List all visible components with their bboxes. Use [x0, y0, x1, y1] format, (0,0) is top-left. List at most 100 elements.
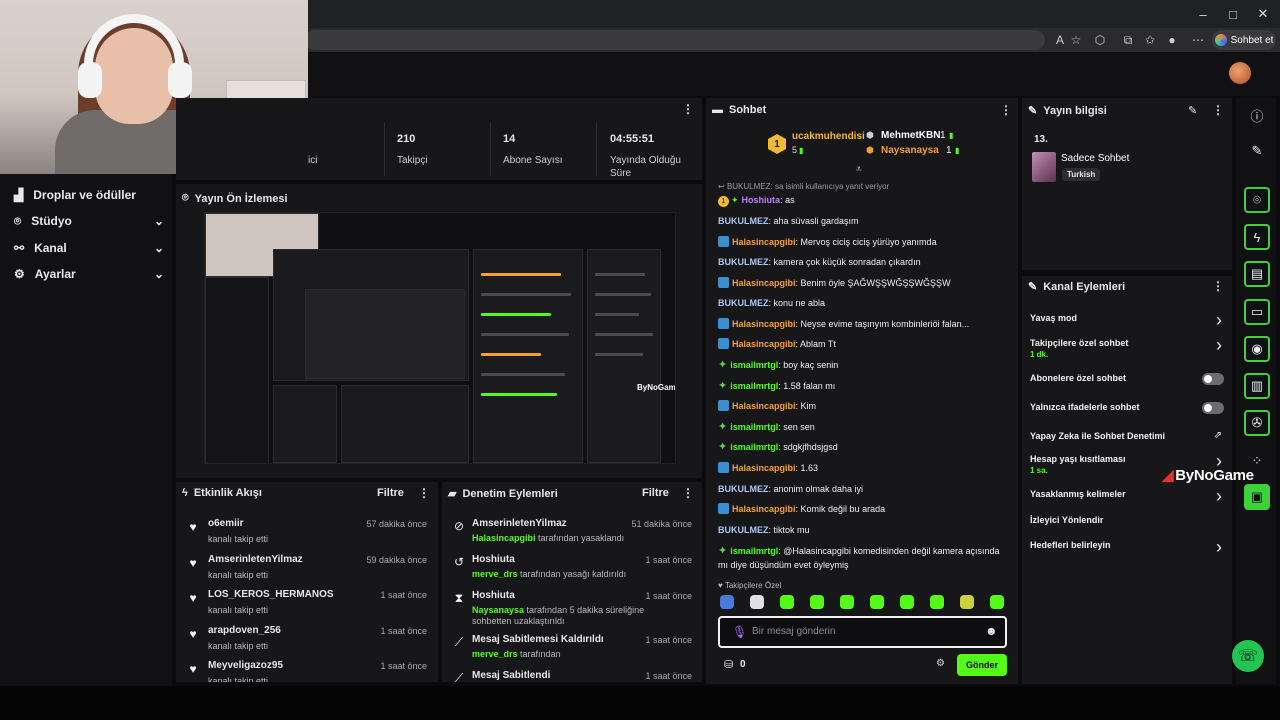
add-widget-icon[interactable]: ▣	[1244, 484, 1270, 510]
list-item[interactable]: ♥ arapdoven_256 kanalı takip etti 1 saat ön…	[176, 623, 438, 657]
close-button[interactable]: ✕	[1248, 4, 1278, 24]
wrench-icon[interactable]: ✇	[1244, 410, 1270, 436]
profile-icon[interactable]: ●	[1162, 31, 1182, 49]
list-item[interactable]: ⟋ Mesaj Sabitlemesi Kaldırıldı merve_drs t…	[442, 632, 702, 666]
event-user[interactable]: Meyveligazoz95	[208, 660, 283, 671]
mod-target[interactable]: Mesaj Sabitlemesi Kaldırıldı	[472, 634, 604, 645]
list-item[interactable]: ♥ AmserinletenYilmaz kanalı takip etti 59 d…	[176, 552, 438, 586]
emote-button[interactable]	[720, 595, 734, 609]
lightning-icon[interactable]: ϟ	[1244, 224, 1270, 250]
event-user[interactable]: AmserinletenYilmaz	[208, 554, 303, 565]
sidebar-item-studio[interactable]: ⌾ Stüdyo ⌄	[14, 209, 164, 233]
emote-button[interactable]	[960, 595, 974, 609]
top-gifter-name[interactable]: ucakmuhendisi	[792, 131, 865, 142]
document-icon[interactable]: ▤	[1244, 261, 1270, 287]
address-bar[interactable]	[305, 30, 1045, 50]
chat-username[interactable]: Halasincapgibi	[732, 319, 796, 329]
chat-username[interactable]: ismailmrtgl	[730, 422, 778, 432]
mod-target[interactable]: AmserinletenYilmaz	[472, 518, 567, 529]
send-button[interactable]: Gönder	[957, 654, 1007, 676]
category-thumbnail[interactable]	[1032, 152, 1056, 182]
chevron-right-icon[interactable]: ›	[1216, 537, 1222, 558]
split-screen-icon[interactable]: ⧉	[1118, 31, 1138, 49]
emote-button[interactable]	[810, 595, 824, 609]
edit-icon[interactable]: ✎	[1188, 104, 1197, 117]
toggle-switch[interactable]	[1202, 402, 1224, 414]
chat-username[interactable]: ismailmrtgl	[730, 381, 778, 391]
sidebar-item-settings[interactable]: ⚙ Ayarlar ⌄	[14, 262, 164, 286]
event-user[interactable]: LOS_KEROS_HERMANOS	[208, 589, 334, 600]
chat-input[interactable]: 🎙 Bir mesaj gönderin ☻	[718, 616, 1007, 648]
list-item[interactable]: ♥ LOS_KEROS_HERMANOS kanalı takip etti 1 sa…	[176, 587, 438, 621]
copilot-button[interactable]: Sohbet et	[1212, 30, 1276, 50]
chat-username[interactable]: BUKULMEZ	[718, 298, 769, 308]
gifter-name[interactable]: MehmetKBN	[881, 130, 940, 141]
external-link-icon[interactable]: ⇗	[1214, 430, 1222, 441]
chat-settings-icon[interactable]: ⚙	[936, 658, 945, 669]
more-icon[interactable]: ⋮	[682, 102, 694, 116]
chat-username[interactable]: BUKULMEZ	[718, 257, 769, 267]
channel-action-row[interactable]: Yapay Zeka ile Sohbet Denetimi	[1030, 431, 1226, 441]
chat-username[interactable]: BUKULMEZ	[718, 525, 769, 535]
emote-button[interactable]	[990, 595, 1004, 609]
list-item[interactable]: ⊘ AmserinletenYilmaz Halasincapgibi tarafı…	[442, 516, 702, 550]
channel-action-row[interactable]: Yalnızca ifadelerle sohbet	[1030, 402, 1226, 412]
mod-target[interactable]: Mesaj Sabitlendi	[472, 670, 550, 681]
maximize-button[interactable]: □	[1218, 4, 1248, 24]
emote-button[interactable]	[750, 595, 764, 609]
list-item[interactable]: ⟋ Mesaj Sabitlendi 1 saat önce	[442, 668, 702, 682]
channel-action-row[interactable]: Hedefleri belirleyin	[1030, 540, 1226, 550]
chat-username[interactable]: Halasincapgibi	[732, 504, 796, 514]
chat-username[interactable]: ismailmrtgl	[730, 442, 778, 452]
filter-button[interactable]: Filtre	[377, 487, 404, 499]
layout-icon[interactable]: ▥	[1244, 373, 1270, 399]
pencil-icon[interactable]: ✎	[1244, 138, 1270, 164]
emote-button[interactable]	[930, 595, 944, 609]
event-user[interactable]: o6emiir	[208, 518, 244, 529]
chevron-right-icon[interactable]: ›	[1216, 335, 1222, 356]
mod-actor[interactable]: merve_drs	[472, 649, 518, 659]
chat-username[interactable]: BUKULMEZ	[718, 216, 769, 226]
more-icon[interactable]: ⋯	[1188, 31, 1208, 49]
mod-actor[interactable]: Halasincapgibi	[472, 533, 536, 543]
extensions-icon[interactable]: ⬡	[1090, 31, 1110, 49]
chat-username[interactable]: Halasincapgibi	[732, 237, 796, 247]
chat-username[interactable]: Hoshiuta	[742, 195, 781, 205]
channel-action-row[interactable]: Takipçilere özel sohbet 1 dk.	[1030, 338, 1226, 359]
filter-button[interactable]: Filtre	[642, 487, 669, 499]
chevron-right-icon[interactable]: ›	[1216, 310, 1222, 331]
emote-button[interactable]	[840, 595, 854, 609]
info-icon[interactable]: ⓘ	[1244, 102, 1270, 128]
list-item[interactable]: ↺ Hoshiuta merve_drs tarafından yasağı kal…	[442, 552, 702, 586]
camera-icon[interactable]: ⌾	[1244, 187, 1270, 213]
broadcast-icon[interactable]: ◉	[1244, 336, 1270, 362]
channel-action-row[interactable]: Abonelere özel sohbet	[1030, 373, 1226, 383]
chat-username[interactable]: ismailmrtgl	[730, 546, 778, 556]
mod-target[interactable]: Hoshiuta	[472, 554, 515, 565]
gifter-name[interactable]: Naysanaysa	[881, 145, 939, 156]
microphone-icon[interactable]: 🎙	[732, 625, 747, 639]
collapse-icon[interactable]: ⩡	[856, 164, 862, 175]
support-icon[interactable]: ☏	[1232, 640, 1264, 672]
emote-button[interactable]	[900, 595, 914, 609]
chat-username[interactable]: BUKULMEZ	[718, 484, 769, 494]
list-item[interactable]: ♥ Meyveligazoz95 kanalı takip etti 1 saat ö…	[176, 658, 438, 682]
list-item[interactable]: ⧗ Hoshiuta Naysanaysa tarafından 5 dakika …	[442, 588, 702, 626]
emoji-icon[interactable]: ☻	[985, 624, 998, 638]
more-icon[interactable]: ⋮	[1212, 279, 1224, 293]
sidebar-item-channel[interactable]: ⚯ Kanal ⌄	[14, 236, 164, 260]
more-icon[interactable]: ⋮	[682, 486, 694, 500]
chat-icon[interactable]: ▭	[1244, 299, 1270, 325]
chat-username[interactable]: Halasincapgibi	[732, 463, 796, 473]
emote-button[interactable]	[780, 595, 794, 609]
list-item[interactable]: ♥ o6emiir kanalı takip etti 57 dakika önce	[176, 516, 438, 550]
more-icon[interactable]: ⋮	[418, 486, 430, 500]
mod-actor[interactable]: Naysanaysa	[472, 605, 524, 615]
channel-action-row[interactable]: Yavaş mod	[1030, 313, 1226, 323]
sidebar-item-drops[interactable]: ▟ Droplar ve ödüller	[14, 183, 164, 207]
points-icon[interactable]: ⛁	[724, 658, 733, 671]
chat-username[interactable]: ismailmrtgl	[730, 360, 778, 370]
chevron-right-icon[interactable]: ›	[1216, 486, 1222, 507]
favorites-icon[interactable]: ✩	[1140, 31, 1160, 49]
favorite-icon[interactable]: ☆	[1066, 31, 1086, 49]
